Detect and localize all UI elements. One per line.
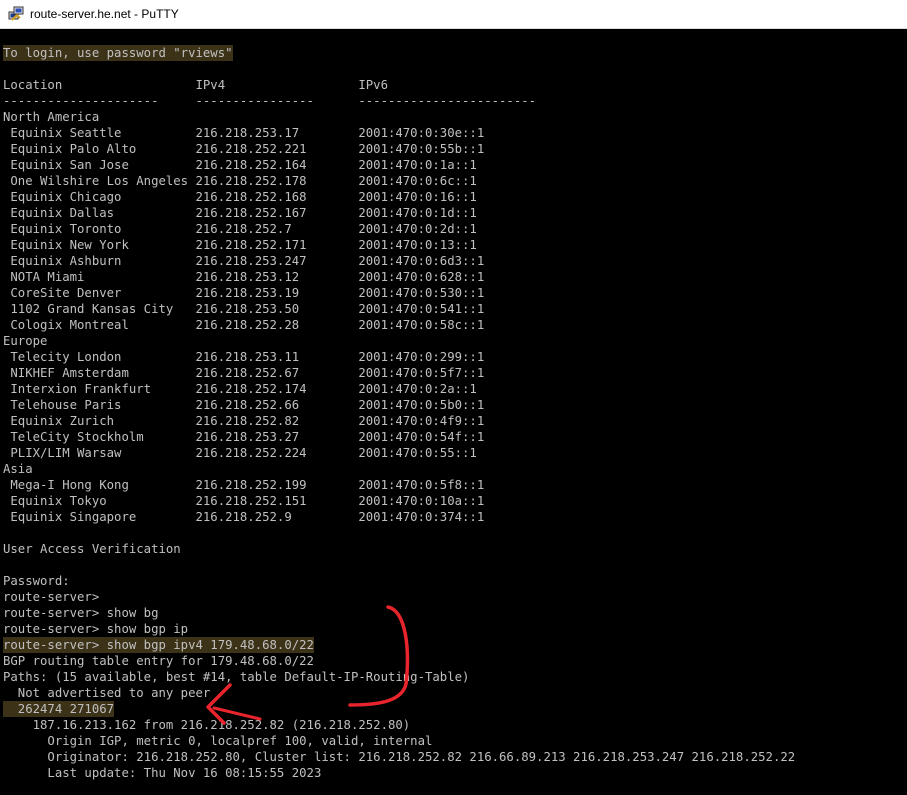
location-row: PLIX/LIM Warsaw 216.218.252.224 2001:470…	[3, 446, 477, 460]
location-row: Equinix San Jose 216.218.252.164 2001:47…	[3, 158, 477, 172]
location-row: Telehouse Paris 216.218.252.66 2001:470:…	[3, 398, 485, 412]
window-title: route-server.he.net - PuTTY	[30, 7, 179, 21]
location-row: Equinix Singapore 216.218.252.9 2001:470…	[3, 510, 485, 524]
as-path-line-highlighted: 262474 271067	[3, 701, 115, 717]
location-row: One Wilshire Los Angeles 216.218.252.178…	[3, 174, 477, 188]
region-heading: North America	[3, 110, 100, 124]
location-row: Equinix New York 216.218.252.171 2001:47…	[3, 238, 477, 252]
location-row: Equinix Palo Alto 216.218.252.221 2001:4…	[3, 142, 485, 156]
location-row: Equinix Ashburn 216.218.253.247 2001:470…	[3, 254, 485, 268]
password-prompt: Password:	[3, 574, 70, 588]
location-row: NOTA Miami 216.218.253.12 2001:470:0:628…	[3, 270, 485, 284]
location-row: Equinix Dallas 216.218.252.167 2001:470:…	[3, 206, 477, 220]
bgp-output-line: Origin IGP, metric 0, localpref 100, val…	[3, 734, 433, 748]
location-row: Equinix Tokyo 216.218.252.151 2001:470:0…	[3, 494, 485, 508]
location-row: Equinix Seattle 216.218.253.17 2001:470:…	[3, 126, 485, 140]
bgp-output-line: Originator: 216.218.252.80, Cluster list…	[3, 750, 796, 764]
command-prompt-line: route-server> show bg	[3, 606, 159, 620]
verification-heading: User Access Verification	[3, 542, 181, 556]
region-heading: Asia	[3, 462, 33, 476]
location-row: Equinix Zurich 216.218.252.82 2001:470:0…	[3, 414, 485, 428]
login-hint-line: To login, use password "rviews"	[3, 45, 233, 61]
location-row: Mega-I Hong Kong 216.218.252.199 2001:47…	[3, 478, 485, 492]
bgp-output-line: Paths: (15 available, best #14, table De…	[3, 670, 470, 684]
bgp-output-line: 187.16.213.162 from 216.218.252.82 (216.…	[3, 718, 411, 732]
bgp-output-line: Last update: Thu Nov 16 08:15:55 2023	[3, 766, 322, 780]
window-titlebar: route-server.he.net - PuTTY	[0, 0, 907, 29]
location-row: 1102 Grand Kansas City 216.218.253.50 20…	[3, 302, 485, 316]
location-row: Equinix Chicago 216.218.252.168 2001:470…	[3, 190, 477, 204]
annotation-curve	[348, 605, 410, 707]
table-header-line: Location IPv4 IPv6	[3, 78, 388, 92]
location-row: Equinix Toronto 216.218.252.7 2001:470:0…	[3, 222, 477, 236]
bgp-output-line: Not advertised to any peer	[3, 686, 211, 700]
region-heading: Europe	[3, 334, 48, 348]
command-prompt-line-highlighted: route-server> show bgp ipv4 179.48.68.0/…	[3, 637, 314, 653]
table-separator-line: --------------------- ---------------- -…	[3, 94, 537, 108]
location-row: Telecity London 216.218.253.11 2001:470:…	[3, 350, 485, 364]
location-row: Cologix Montreal 216.218.252.28 2001:470…	[3, 318, 485, 332]
location-row: NIKHEF Amsterdam 216.218.252.67 2001:470…	[3, 366, 485, 380]
location-row: TeleCity Stockholm 216.218.253.27 2001:4…	[3, 430, 485, 444]
location-row: Interxion Frankfurt 216.218.252.174 2001…	[3, 382, 477, 396]
putty-icon	[8, 6, 24, 21]
terminal-screen[interactable]: To login, use password "rviews" Location…	[0, 29, 907, 795]
command-prompt-line: route-server>	[3, 590, 100, 604]
command-prompt-line: route-server> show bgp ip	[3, 622, 189, 636]
bgp-output-line: BGP routing table entry for 179.48.68.0/…	[3, 654, 314, 668]
location-row: CoreSite Denver 216.218.253.19 2001:470:…	[3, 286, 485, 300]
